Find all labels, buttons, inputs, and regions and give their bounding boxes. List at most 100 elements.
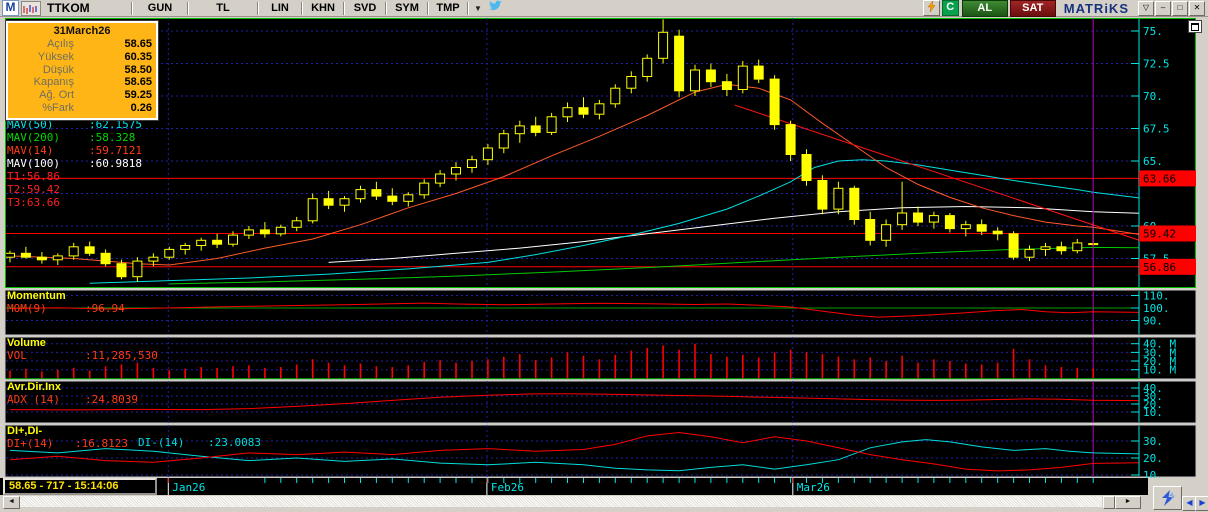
quote-row: Ağ. Ort 59.25 (12, 89, 152, 102)
panel-maximize-button[interactable] (1188, 20, 1202, 33)
app-m-logo-icon: M (2, 0, 19, 16)
quote-row: Açılış 58.65 (12, 38, 152, 51)
scrollbar-thumb[interactable] (1103, 496, 1115, 509)
connection-status-icon[interactable]: C (941, 0, 959, 16)
svg-text:110.: 110. (1143, 290, 1170, 303)
svg-text:59.42: 59.42 (1143, 228, 1176, 241)
svg-text:63.66: 63.66 (1143, 172, 1176, 185)
quote-value: 58.65 (124, 76, 152, 89)
top-toolbar: M TTKOM GUN TL LIN KHN SVD SYM TMP ▼ C AL SAT … (0, 0, 1208, 17)
matriks-brand-logo: MATRiKS (1063, 0, 1129, 16)
toolbar-button-lin[interactable]: LIN (261, 1, 299, 16)
quote-row: Düşük 58.50 (12, 64, 152, 77)
quote-value: 60.35 (124, 50, 152, 63)
quote-label: Kapanış (33, 76, 74, 89)
toolbar-button-svd[interactable]: SVD (347, 1, 383, 16)
volume-series-value: :11,285,530 (85, 349, 158, 362)
di-minus-val: :23.0083 (208, 436, 261, 449)
quote-label: %Fark (42, 101, 74, 114)
momentum-series-label: MOM(9) (7, 302, 47, 315)
svg-text:100.: 100. (1143, 302, 1170, 315)
mav-label: MAV(100):60.9818 (7, 157, 142, 170)
close-window-button[interactable]: ✕ (1189, 0, 1205, 16)
volume-value: VOL:11,285,530 (7, 349, 158, 362)
svg-text:20.: 20. (1143, 452, 1163, 465)
di-plus-val: :16.8123 (75, 437, 128, 450)
svg-text:10. M: 10. M (1143, 364, 1176, 377)
toolbar-button-sym[interactable]: SYM (389, 1, 425, 16)
svg-text:75.: 75. (1143, 25, 1163, 38)
quote-value: 59.25 (124, 89, 152, 102)
toolbar-separator (301, 1, 303, 15)
di-minus-label: DI-(14) (138, 436, 185, 449)
toolbar-separator (131, 1, 133, 15)
time-axis-bar: 58.65 - 717 - 15:14:06 Jan26 Feb26 Mar26 (0, 478, 1148, 495)
nav-next-button[interactable]: ▶ (1195, 496, 1208, 511)
matriks-spinner-button[interactable] (1153, 486, 1182, 510)
quote-info-box: 31March26 Açılış 58.65 Yüksek 60.35 Düşük 58.… (5, 20, 159, 121)
momentum-title: Momentum (7, 290, 66, 302)
svg-text:65.: 65. (1143, 155, 1163, 168)
buy-button[interactable]: AL (961, 0, 1008, 17)
toolbar-button-tl[interactable]: TL (191, 1, 255, 16)
svg-text:70.: 70. (1143, 90, 1163, 103)
horizontal-scrollbar: ◄ ► (0, 495, 1208, 510)
toolbar-button-gun[interactable]: GUN (135, 1, 185, 16)
di-plus-label: DI+(14) (7, 437, 54, 450)
adx-title: Avr.Dir.Inx (7, 381, 62, 393)
toolbar-separator (385, 1, 387, 15)
toolbar-separator (187, 1, 189, 15)
status-box: 58.65 - 717 - 15:14:06 (3, 478, 157, 495)
svg-text:90.: 90. (1143, 315, 1163, 328)
scroll-right-button[interactable]: ► (1115, 496, 1141, 509)
chart-area[interactable]: 75.72.570.67.565.60.57.5110.100.90.40. M… (0, 18, 1208, 482)
mav-label: MAV(200):58.328 (7, 131, 136, 144)
di-plus-value: DI+(14) :16.8123 (7, 437, 128, 450)
chart-type-icon[interactable] (21, 0, 41, 16)
month-label-jan26: Jan26 (172, 481, 206, 494)
toolbar-separator (427, 1, 429, 15)
quote-value: 0.26 (130, 101, 152, 114)
momentum-series-value: :96.94 (85, 302, 125, 315)
t-level-label: T3:63.66 (7, 196, 60, 209)
svg-text:72.5: 72.5 (1143, 58, 1170, 71)
mav-label: MAV(14):59.7121 (7, 144, 142, 157)
t-level-label: T2:59.42 (7, 183, 60, 196)
minimize-window-button[interactable]: – (1155, 0, 1171, 16)
toolbar-separator (343, 1, 345, 15)
t-levels-legend: T1:56.86 T2:59.42 T3:63.66 (7, 170, 60, 209)
adx-series-value: :24.8039 (85, 393, 138, 406)
twitter-icon[interactable] (488, 0, 503, 17)
quote-date: 31March26 (53, 25, 111, 37)
quote-label: Ağ. Ort (39, 89, 74, 102)
quote-row: Yüksek 60.35 (12, 51, 152, 64)
symbol-input[interactable]: TTKOM (43, 1, 129, 15)
menu-down-window-button[interactable]: ▽ (1138, 0, 1154, 16)
month-label-feb26: Feb26 (490, 481, 525, 494)
toolbar-separator (257, 1, 259, 15)
toolbar-button-khn[interactable]: KHN (305, 1, 341, 16)
quote-row: %Fark 0.26 (12, 102, 152, 115)
month-label-mar26: Mar26 (796, 481, 830, 494)
svg-text:10.: 10. (1143, 406, 1163, 419)
mav-label: MAV(50):62.1575 (7, 118, 142, 131)
mav-legend: MAV(50):62.1575 MAV(200):58.328 MAV(14):59… (7, 118, 142, 170)
adx-value: ADX (14) :24.8039 (7, 393, 138, 406)
matriks-chart-window: { "toolbar": { "logo": "M", "symbol": "T… (0, 0, 1208, 511)
sell-button[interactable]: SAT (1009, 0, 1056, 17)
svg-text:30.: 30. (1143, 435, 1163, 448)
svg-text:67.5: 67.5 (1143, 123, 1170, 136)
scroll-left-button[interactable]: ◄ (3, 496, 20, 509)
toolbar-button-tmp[interactable]: TMP (431, 1, 465, 16)
refresh-bolt-icon[interactable] (922, 0, 940, 16)
t-level-label: T1:56.86 (7, 170, 60, 183)
adx-series-label: ADX (14) (7, 393, 60, 406)
maximize-window-button[interactable]: □ (1172, 0, 1188, 16)
di-minus-value: DI-(14) :23.0083 (138, 436, 261, 449)
scrollbar-track[interactable] (20, 496, 1102, 507)
toolbar-separator (467, 1, 469, 15)
template-dropdown-icon[interactable]: ▼ (471, 4, 485, 13)
mini-candle-icon (23, 4, 37, 14)
volume-title: Volume (7, 337, 46, 349)
di-title: DI+,DI- (7, 425, 43, 437)
